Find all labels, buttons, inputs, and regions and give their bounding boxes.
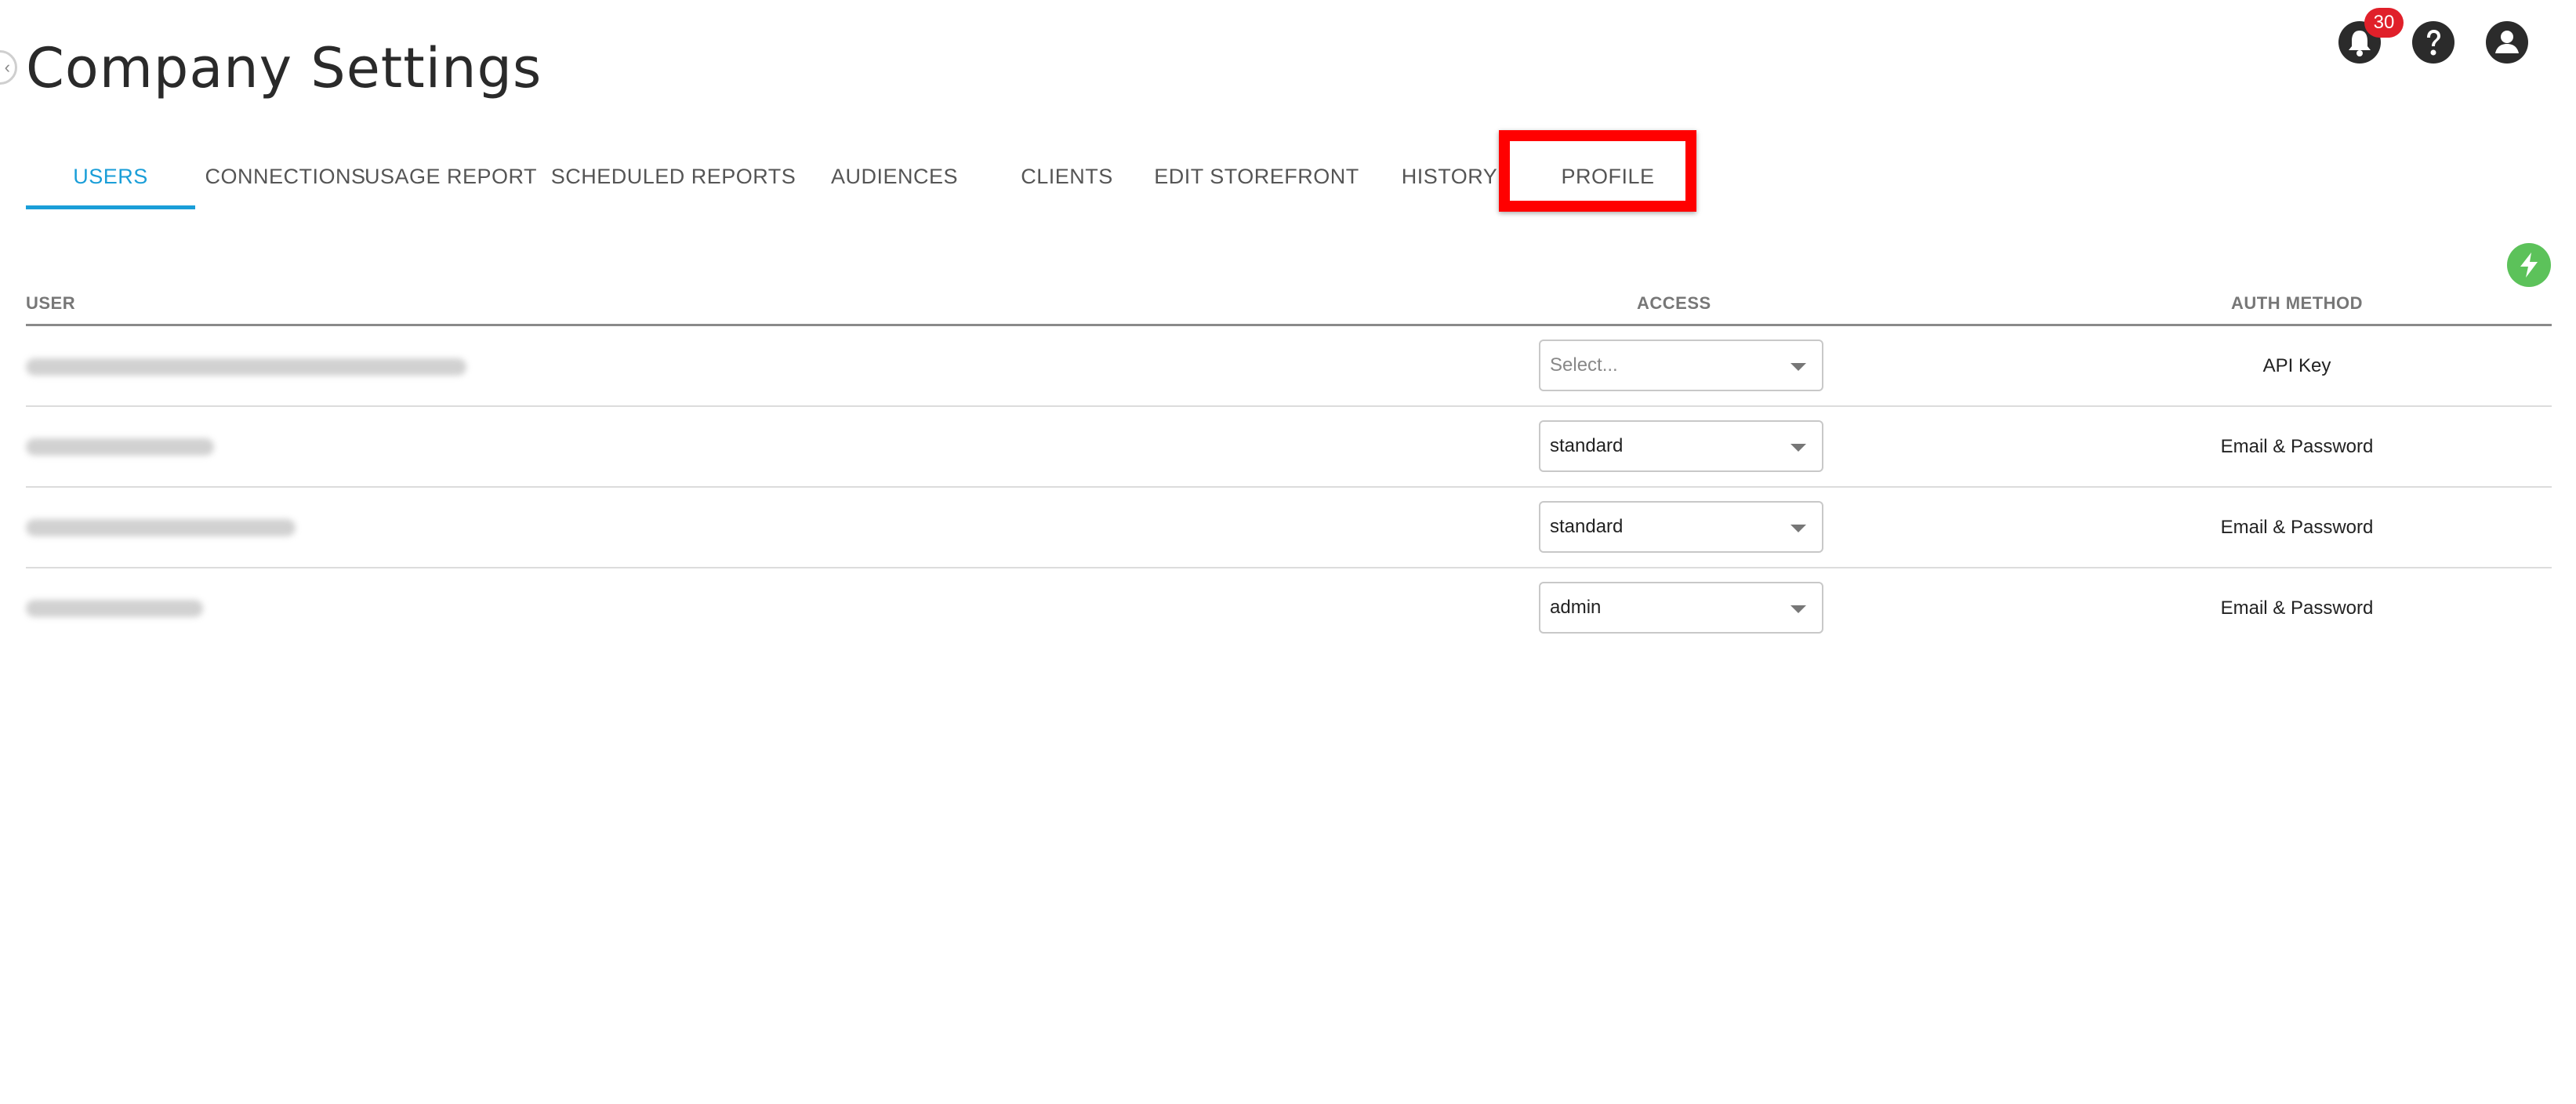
table-header-divider (26, 324, 2552, 326)
account-icon[interactable] (2485, 20, 2529, 64)
user-email-redacted (26, 438, 214, 456)
access-select-value: Select... (1550, 354, 1618, 376)
tab-connections[interactable]: CONNECTIONS (205, 146, 366, 207)
page-title: Company Settings (26, 36, 542, 100)
auth-method-cell: Email & Password (2220, 517, 2374, 538)
user-email-redacted (26, 519, 296, 536)
tab-profile[interactable]: PROFILE (1514, 146, 1702, 207)
tab-users[interactable]: USERS (26, 146, 195, 207)
quick-action-button[interactable] (2507, 243, 2551, 287)
tab-edit-storefront[interactable]: EDIT STOREFRONT (1134, 146, 1379, 207)
access-select[interactable]: standard (1539, 420, 1823, 472)
chevron-down-icon (1791, 444, 1806, 452)
tab-clients[interactable]: CLIENTS (989, 146, 1145, 207)
tab-history[interactable]: HISTORY (1371, 146, 1528, 207)
help-icon[interactable] (2411, 20, 2455, 64)
row-divider (26, 486, 2552, 488)
column-header-auth-method: AUTH METHOD (2231, 293, 2364, 313)
row-divider (26, 567, 2552, 568)
active-tab-indicator (26, 205, 195, 209)
chevron-down-icon (1791, 363, 1806, 371)
access-select-value: admin (1550, 597, 1602, 618)
access-select-value: standard (1550, 435, 1624, 456)
access-select[interactable]: Select... (1539, 340, 1823, 391)
lightning-icon (2520, 252, 2538, 278)
tab-usage-report[interactable]: USAGE REPORT (365, 146, 537, 207)
auth-method-cell: Email & Password (2220, 436, 2374, 457)
back-arrow-icon[interactable]: ‹ (0, 50, 17, 85)
column-header-access: ACCESS (1637, 293, 1711, 313)
access-select[interactable]: standard (1539, 501, 1823, 553)
chevron-down-icon (1791, 525, 1806, 532)
chevron-down-icon (1791, 605, 1806, 613)
auth-method-cell: Email & Password (2220, 597, 2374, 619)
tab-audiences[interactable]: AUDIENCES (818, 146, 971, 207)
notification-badge: 30 (2364, 8, 2404, 38)
access-select[interactable]: admin (1539, 582, 1823, 634)
access-select-value: standard (1550, 516, 1624, 537)
user-email-redacted (26, 358, 466, 376)
auth-method-cell: API Key (2262, 355, 2331, 376)
user-email-redacted (26, 600, 203, 617)
column-header-user: USER (26, 293, 76, 313)
row-divider (26, 405, 2552, 407)
tab-scheduled-reports[interactable]: SCHEDULED REPORTS (551, 146, 796, 207)
